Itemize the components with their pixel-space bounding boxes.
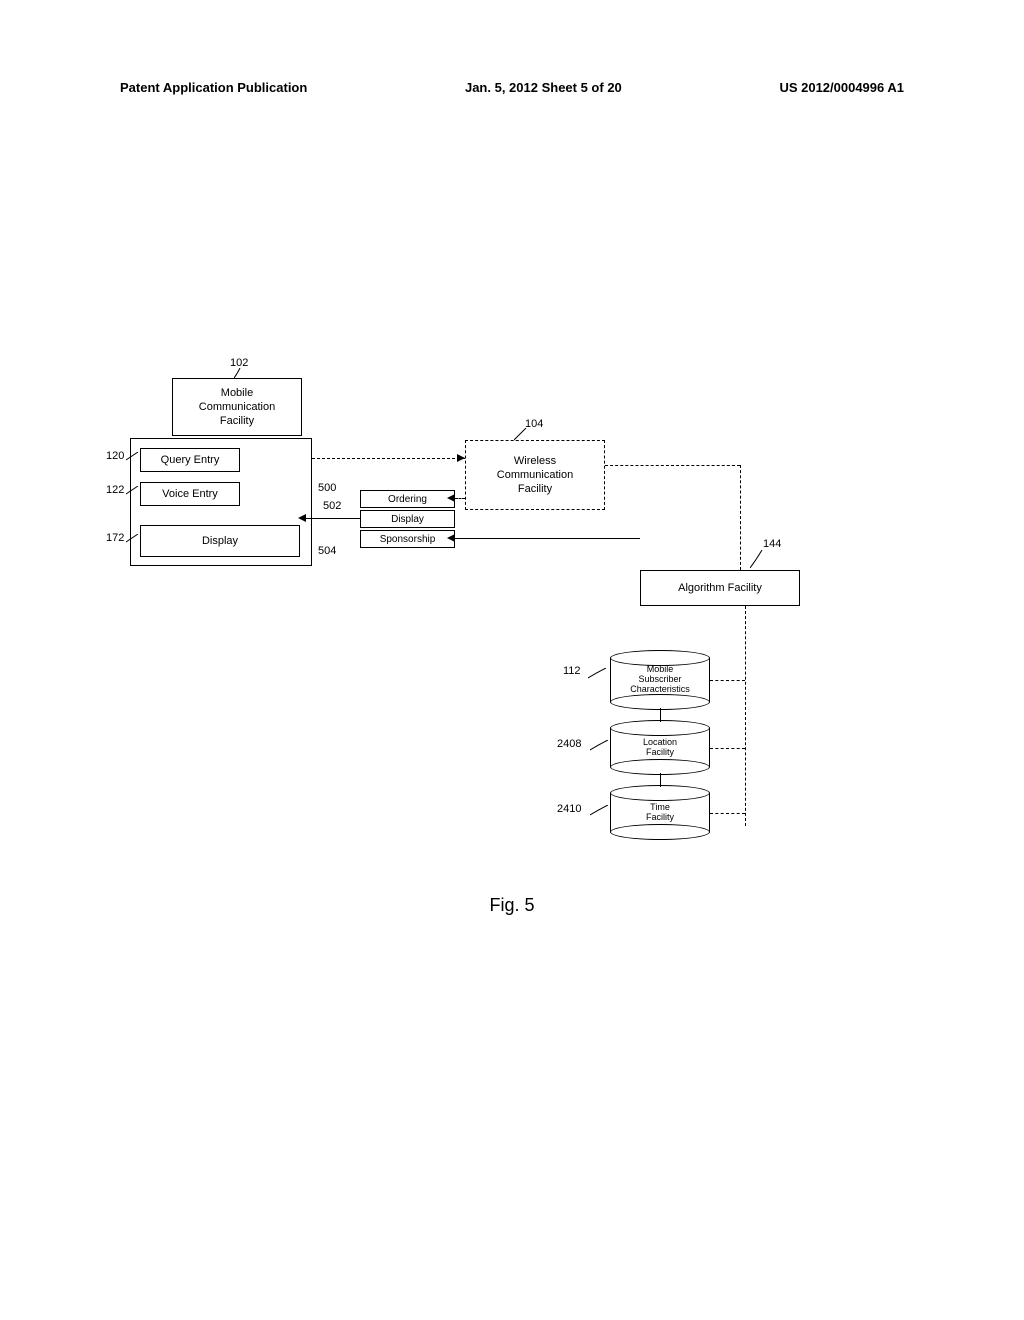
arrow-algo-to-stack (447, 534, 455, 542)
line-mcf-to-wcf (312, 458, 465, 459)
header-date-sheet: Jan. 5, 2012 Sheet 5 of 20 (465, 80, 622, 95)
header-patent-number: US 2012/0004996 A1 (779, 80, 904, 95)
leader-120 (126, 452, 140, 462)
line-to-msc (710, 680, 745, 681)
ref-504: 504 (318, 545, 336, 557)
box-algorithm-facility: Algorithm Facility (640, 570, 800, 606)
ref-172: 172 (106, 532, 124, 544)
ref-2410: 2410 (557, 803, 581, 815)
cylinder-location: Location Facility (610, 720, 710, 775)
box-wireless-communication-facility: Wireless Communication Facility (465, 440, 605, 510)
ref-2408: 2408 (557, 738, 581, 750)
line-cyl-1-2 (660, 708, 661, 722)
ref-120: 120 (106, 450, 124, 462)
leader-102 (234, 368, 246, 380)
line-cyl-2-3 (660, 773, 661, 787)
leader-122 (126, 486, 140, 496)
box-ordering: Ordering (360, 490, 455, 508)
line-wcf-right (605, 465, 740, 466)
leader-2410 (590, 805, 610, 817)
box-mobile-communication-facility: Mobile Communication Facility (172, 378, 302, 436)
cylinder-msc: Mobile Subscriber Characteristics (610, 650, 710, 710)
ref-122: 122 (106, 484, 124, 496)
box-display-mcf: Display (140, 525, 300, 557)
arrow-to-ordering (447, 494, 455, 502)
arrow-to-display (298, 514, 306, 522)
figure-label: Fig. 5 (0, 895, 1024, 916)
header-publication: Patent Application Publication (120, 80, 307, 95)
leader-104 (514, 428, 528, 442)
line-wcf-to-ordering (455, 498, 465, 499)
ref-144: 144 (763, 538, 781, 550)
leader-112 (588, 668, 608, 680)
box-voice-entry: Voice Entry (140, 482, 240, 506)
line-algo-to-sponsor (455, 538, 640, 539)
line-display-link (300, 518, 360, 519)
line-to-location (710, 748, 745, 749)
line-wcf-to-algo (740, 465, 741, 570)
leader-144 (750, 550, 764, 570)
box-sponsorship: Sponsorship (360, 530, 455, 548)
leader-2408 (590, 740, 610, 752)
arrow-to-wcf (457, 454, 465, 462)
cylinder-time: Time Facility (610, 785, 710, 840)
ref-502: 502 (323, 500, 341, 512)
box-query-entry: Query Entry (140, 448, 240, 472)
box-display-small: Display (360, 510, 455, 528)
ref-112: 112 (563, 665, 581, 677)
diagram-container: Mobile Communication Facility 102 Query … (0, 360, 1024, 960)
line-algo-down (745, 606, 746, 826)
line-to-time (710, 813, 745, 814)
ref-500: 500 (318, 482, 336, 494)
leader-172 (126, 534, 140, 544)
